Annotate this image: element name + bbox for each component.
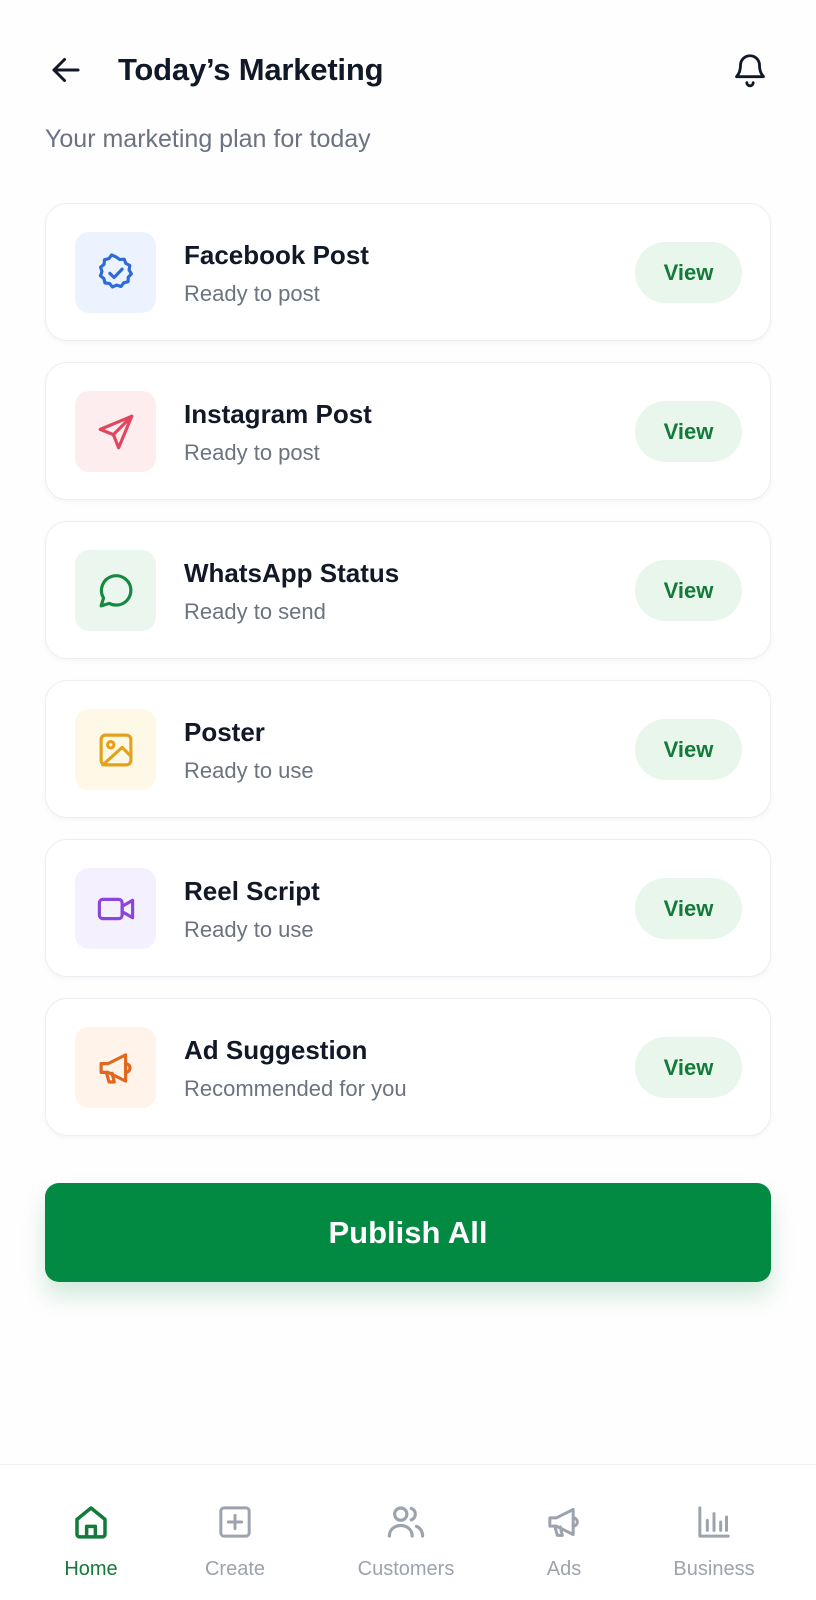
arrow-left-icon <box>52 58 80 82</box>
card-icon-tile <box>75 391 156 472</box>
send-icon <box>98 414 133 449</box>
view-button[interactable]: View <box>635 401 742 462</box>
page-subtitle: Your marketing plan for today <box>45 125 371 153</box>
plan-card-reel-script[interactable]: Reel Script Ready to use View <box>45 839 771 977</box>
nav-item-business[interactable]: Business <box>654 1465 774 1600</box>
video-icon <box>97 897 134 920</box>
card-title: Facebook Post <box>184 240 369 270</box>
message-circle-icon <box>99 573 132 607</box>
card-status: Ready to send <box>184 599 326 624</box>
view-button[interactable]: View <box>635 719 742 780</box>
marketing-plan-list: Facebook Post Ready to post View Instagr… <box>45 203 771 1157</box>
plan-card-ad-suggestion[interactable]: Ad Suggestion Recommended for you View <box>45 998 771 1136</box>
plan-card-instagram-post[interactable]: Instagram Post Ready to post View <box>45 362 771 500</box>
card-status: Ready to post <box>184 440 320 465</box>
card-status: Ready to post <box>184 281 320 306</box>
card-status: Ready to use <box>184 758 314 783</box>
plan-card-poster[interactable]: Poster Ready to use View <box>45 680 771 818</box>
plus-square-icon <box>219 1506 251 1538</box>
page-title: Today’s Marketing <box>118 52 384 87</box>
page: Today’s Marketing Your marketing plan fo… <box>0 0 816 1600</box>
nav-label: Home <box>64 1558 118 1580</box>
view-button[interactable]: View <box>635 1037 742 1098</box>
nav-item-create[interactable]: Create <box>192 1465 278 1600</box>
bar-chart-icon <box>698 1506 730 1538</box>
card-icon-tile <box>75 868 156 949</box>
nav-label: Customers <box>357 1558 455 1580</box>
view-button[interactable]: View <box>635 878 742 939</box>
nav-icon-wrap <box>385 1501 427 1543</box>
plan-card-facebook-post[interactable]: Facebook Post Ready to post View <box>45 203 771 341</box>
nav-label: Business <box>673 1558 755 1580</box>
bottom-nav: Home Create Customers Ads Business <box>0 1464 816 1600</box>
plan-card-whatsapp-status[interactable]: WhatsApp Status Ready to send View <box>45 521 771 659</box>
image-icon <box>99 733 132 766</box>
users-icon <box>387 1506 425 1538</box>
verified-badge-icon <box>98 252 133 289</box>
notification-button[interactable] <box>728 48 772 92</box>
home-icon <box>75 1506 107 1539</box>
nav-label: Create <box>204 1558 266 1580</box>
publish-all-button[interactable]: Publish All <box>45 1183 771 1282</box>
bell-icon <box>735 54 765 88</box>
back-button[interactable] <box>44 48 88 92</box>
nav-item-ads[interactable]: Ads <box>525 1465 603 1600</box>
card-title: WhatsApp Status <box>184 558 400 588</box>
card-title: Reel Script <box>184 876 320 906</box>
card-icon-tile <box>75 232 156 313</box>
card-title: Instagram Post <box>184 399 372 429</box>
nav-icon-wrap <box>214 1501 256 1543</box>
header: Today’s Marketing Your marketing plan fo… <box>0 0 816 153</box>
nav-icon-wrap <box>693 1501 735 1543</box>
view-button[interactable]: View <box>635 560 742 621</box>
card-title: Ad Suggestion <box>184 1035 368 1065</box>
nav-icon-wrap <box>543 1501 585 1543</box>
card-status: Recommended for you <box>184 1076 407 1101</box>
megaphone-icon <box>548 1508 579 1537</box>
card-title: Poster <box>184 717 265 747</box>
card-icon-tile <box>75 709 156 790</box>
nav-icon-wrap <box>70 1501 112 1543</box>
nav-label: Ads <box>546 1558 582 1580</box>
card-status: Ready to use <box>184 917 314 942</box>
view-button[interactable]: View <box>635 242 742 303</box>
megaphone-icon <box>99 1052 132 1084</box>
nav-item-customers[interactable]: Customers <box>341 1465 471 1600</box>
card-icon-tile <box>75 1027 156 1108</box>
card-icon-tile <box>75 550 156 631</box>
nav-item-home[interactable]: Home <box>48 1465 134 1600</box>
